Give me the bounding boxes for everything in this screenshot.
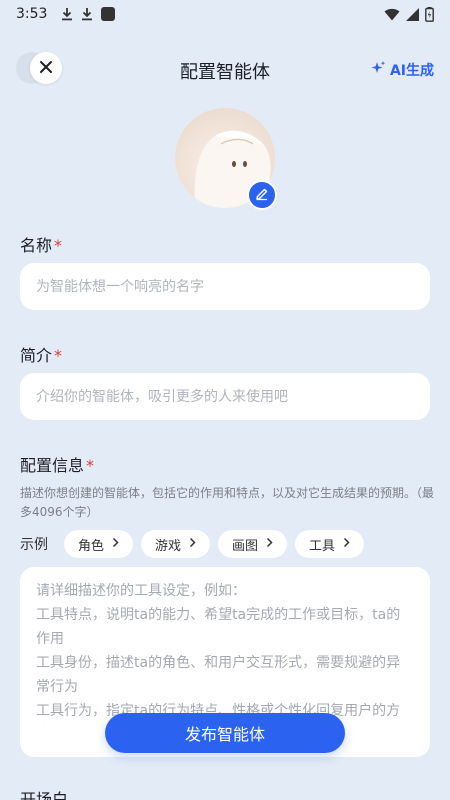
edit-icon: [255, 186, 269, 205]
battery-icon: [425, 6, 434, 22]
avatar-edit-button[interactable]: [247, 180, 277, 210]
name-label-text: 名称: [20, 236, 53, 255]
name-label: 名称 *: [20, 232, 62, 256]
config-textarea[interactable]: [20, 567, 430, 727]
example-chip-drawing[interactable]: 画图: [218, 530, 288, 558]
example-chip-role[interactable]: 角色: [64, 530, 134, 558]
example-chip-label: 工具: [309, 538, 336, 554]
intro-input[interactable]: [20, 373, 430, 420]
publish-button[interactable]: 发布智能体: [105, 713, 345, 753]
download-icon: [61, 7, 73, 21]
example-chip-game[interactable]: 游戏: [141, 530, 211, 558]
example-chip-tool[interactable]: 工具: [295, 530, 365, 558]
app-notification-icon: [101, 7, 116, 21]
intro-label-text: 简介: [20, 346, 53, 365]
example-chip-label: 游戏: [155, 538, 182, 554]
ai-generate-label: AI生成: [389, 63, 434, 79]
ai-generate-button[interactable]: AI生成: [370, 60, 434, 80]
name-input[interactable]: [20, 263, 430, 310]
examples-label: 示例: [20, 537, 48, 553]
chevron-right-icon: [112, 537, 119, 552]
opening-remarks-label: 开场白: [20, 790, 69, 800]
agent-avatar[interactable]: [175, 108, 277, 210]
wifi-icon: [384, 8, 400, 21]
chevron-right-icon: [343, 537, 350, 552]
config-description: 描述你想创建的智能体，包括它的作用和特点，以及对它生成结果的预期。（最多4096…: [20, 486, 435, 519]
example-chip-label: 画图: [232, 538, 259, 554]
required-mark: *: [54, 346, 63, 365]
status-time: 3:53: [16, 6, 48, 22]
status-bar: 3:53: [0, 0, 450, 28]
chevron-right-icon: [266, 537, 273, 552]
intro-label: 简介 *: [20, 342, 62, 366]
examples-row: 示例 角色 游戏 画图 工具: [20, 530, 365, 558]
example-chip-label: 角色: [78, 538, 105, 554]
required-mark: *: [86, 456, 95, 475]
chevron-right-icon: [189, 537, 196, 552]
config-label: 配置信息 *: [20, 452, 94, 476]
config-label-text: 配置信息: [20, 456, 85, 475]
header: 配置智能体 AI生成: [0, 48, 450, 92]
signal-icon: [406, 7, 419, 21]
sparkle-icon: [370, 60, 386, 80]
download-icon: [81, 7, 93, 21]
required-mark: *: [54, 236, 63, 255]
